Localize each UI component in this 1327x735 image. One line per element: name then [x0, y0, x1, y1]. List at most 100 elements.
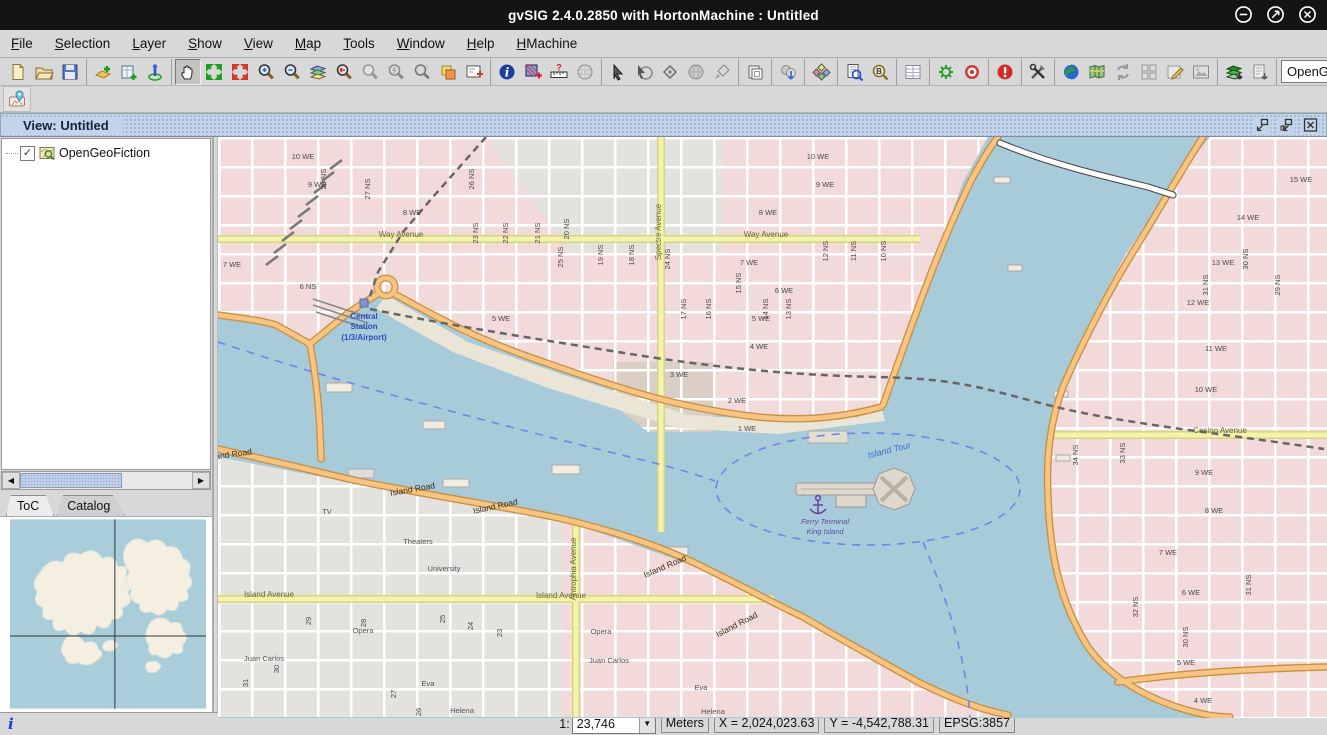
search-document-icon[interactable]	[841, 59, 867, 85]
measure-area-icon[interactable]	[572, 59, 598, 85]
save-project-icon[interactable]	[57, 59, 83, 85]
layer-tree[interactable]: ✓ OpenGeoFiction	[1, 138, 211, 470]
layer-visibility-checkbox[interactable]: ✓	[20, 146, 35, 161]
zoom-flash-icon[interactable]	[383, 59, 409, 85]
tab-toc[interactable]: ToC	[6, 495, 54, 516]
select-sphere-icon[interactable]	[683, 59, 709, 85]
zoom-selected-icon[interactable]	[227, 59, 253, 85]
zoom-extent-icon[interactable]	[201, 59, 227, 85]
export-gears-icon[interactable]	[775, 59, 801, 85]
menu-show[interactable]: Show	[177, 34, 233, 53]
copy-frames-icon[interactable]	[742, 59, 768, 85]
map-label: 33 NS	[1118, 443, 1127, 464]
map-label: 25	[438, 615, 447, 623]
toolbox-icon[interactable]	[1025, 59, 1051, 85]
map-canvas[interactable]: 10 WE9 WE8 WE10 WE9 WE8 WE7 WE7 WE6 WE5 …	[218, 137, 1327, 718]
zoom-previous-icon[interactable]	[331, 59, 357, 85]
toolbar-group	[1055, 59, 1218, 85]
measure-distance-icon[interactable]: ?	[546, 59, 572, 85]
map-view[interactable]: 10 WE9 WE8 WE10 WE9 WE8 WE7 WE7 WE6 WE5 …	[218, 137, 1327, 712]
scale-value[interactable]: 23,746	[573, 716, 639, 733]
layer-label[interactable]: OpenGeoFiction	[59, 146, 150, 160]
map-label: 4 WE	[750, 342, 768, 351]
map-label: Station	[350, 322, 377, 331]
select-brush-icon[interactable]	[709, 59, 735, 85]
menu-selection[interactable]: Selection	[44, 34, 122, 53]
zoom-in-icon[interactable]	[253, 59, 279, 85]
add-event-layer-icon[interactable]	[116, 59, 142, 85]
minimize-icon[interactable]	[1234, 5, 1253, 24]
settings-gear-icon[interactable]	[933, 59, 959, 85]
map-label: 28 NS	[319, 169, 328, 190]
pan-icon[interactable]	[175, 59, 201, 85]
tab-catalog[interactable]: Catalog	[56, 495, 125, 516]
zoom-out-icon[interactable]	[279, 59, 305, 85]
menu-tools[interactable]: Tools	[332, 34, 386, 53]
zoom-pointer-icon[interactable]	[409, 59, 435, 85]
zoom-layers-icon[interactable]	[305, 59, 331, 85]
view-window-titlebar[interactable]: View: Untitled	[0, 113, 1327, 137]
horizontal-scrollbar[interactable]: ◀ ▶	[1, 471, 211, 490]
error-indicator-icon[interactable]	[992, 59, 1018, 85]
record-target-icon[interactable]	[959, 59, 985, 85]
menu-help[interactable]: Help	[456, 34, 506, 53]
menu-window[interactable]: Window	[386, 34, 456, 53]
page-export-icon[interactable]	[1247, 59, 1273, 85]
layers-export-icon[interactable]	[1221, 59, 1247, 85]
toolbar-group	[87, 59, 172, 85]
overview-map[interactable]	[0, 516, 212, 712]
basemap-combobox[interactable]: OpenGeoFiction▼	[1281, 60, 1327, 83]
info-icon[interactable]: i	[494, 59, 520, 85]
map-label: (1/3/Airport)	[341, 333, 387, 342]
select-polygon-icon[interactable]	[657, 59, 683, 85]
open-project-icon[interactable]	[31, 59, 57, 85]
refresh-icon[interactable]	[1110, 59, 1136, 85]
scroll-right-arrow-icon[interactable]: ▶	[192, 472, 210, 489]
image-icon[interactable]	[1188, 59, 1214, 85]
basemap-combobox-value[interactable]: OpenGeoFiction	[1282, 64, 1327, 79]
globe-icon[interactable]	[1058, 59, 1084, 85]
scrollbar-track[interactable]	[20, 472, 192, 489]
menu-layer[interactable]: Layer	[121, 34, 177, 53]
menu-map[interactable]: Map	[284, 34, 332, 53]
toolbar-group	[772, 59, 805, 85]
maximize-icon[interactable]	[1266, 5, 1285, 24]
view-maximize-icon[interactable]	[1278, 117, 1295, 133]
edit-pencil-icon[interactable]	[1162, 59, 1188, 85]
main-toolbar: i? B OpenGeoFiction▼	[0, 58, 1327, 86]
map-label: 5 WE	[492, 314, 510, 323]
close-icon[interactable]	[1298, 5, 1317, 24]
new-document-icon[interactable]	[5, 59, 31, 85]
scrollbar-thumb[interactable]	[20, 473, 122, 488]
view-restore-icon[interactable]	[1254, 117, 1271, 133]
hyperlink-icon[interactable]	[520, 59, 546, 85]
locator-icon[interactable]	[3, 86, 31, 112]
view-close-icon[interactable]	[1302, 117, 1319, 133]
map-label: 11 NS	[849, 241, 858, 261]
menu-view[interactable]: View	[233, 34, 284, 53]
map-label: 26	[414, 708, 423, 716]
toolbar-group	[1022, 59, 1055, 85]
scroll-left-arrow-icon[interactable]: ◀	[2, 472, 20, 489]
copy-view-icon[interactable]	[435, 59, 461, 85]
scale-dropdown-arrow-icon[interactable]: ▼	[639, 716, 655, 733]
layer-tree-row[interactable]: ✓ OpenGeoFiction	[2, 139, 210, 161]
palette-icon[interactable]	[808, 59, 834, 85]
tiles-icon[interactable]	[1136, 59, 1162, 85]
map-label: 10 NS	[879, 241, 888, 262]
map-sheet-icon[interactable]	[1084, 59, 1110, 85]
map-label: Antrophia Avenue	[569, 537, 578, 601]
select-point-icon[interactable]	[605, 59, 631, 85]
attribute-table-icon[interactable]	[900, 59, 926, 85]
select-circle-icon[interactable]	[631, 59, 657, 85]
add-layer-icon[interactable]	[90, 59, 116, 85]
panel-tabs: ToCCatalog	[0, 490, 212, 516]
info-icon[interactable]: i	[0, 715, 22, 733]
menu-hmachine[interactable]: HMachine	[506, 34, 589, 53]
frame-manager-icon[interactable]	[461, 59, 487, 85]
zoom-previous-gray-icon[interactable]	[357, 59, 383, 85]
search-catalog-icon[interactable]: B	[867, 59, 893, 85]
map-label: Helena	[701, 707, 726, 716]
center-point-icon[interactable]	[142, 59, 168, 85]
menu-file[interactable]: File	[0, 34, 44, 53]
